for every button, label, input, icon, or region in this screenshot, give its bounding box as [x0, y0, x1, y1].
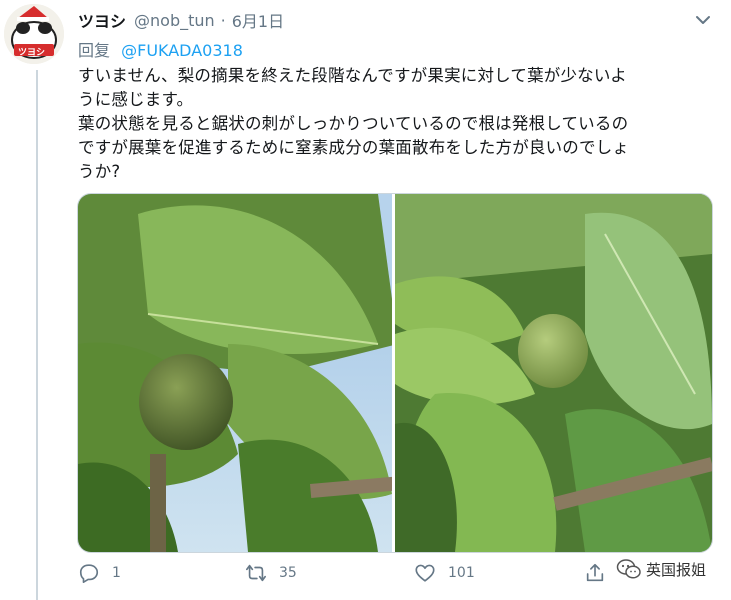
reply-context: 回复 @FUKADA0318 — [78, 37, 243, 61]
photo-pear-right[interactable] — [395, 194, 712, 552]
tweet-date[interactable]: 6月1日 — [232, 8, 284, 32]
separator-dot: · — [220, 10, 226, 30]
tweet-text-line: ですが展葉を促進するために窒素成分の葉面散布をした方が良いのでしょ — [78, 138, 630, 157]
photo-pear-left[interactable] — [78, 194, 392, 552]
reply-action[interactable]: 1 — [78, 562, 121, 584]
share-icon — [586, 563, 604, 582]
tweet-text-line: すいません、梨の摘果を終えた段階なんですが果実に対して葉が少ないよ — [78, 66, 627, 85]
media-gallery — [77, 193, 713, 553]
watermark: 英国报姐 — [612, 556, 711, 582]
user-handle[interactable]: @nob_tun — [134, 11, 215, 30]
like-action[interactable]: 101 — [414, 562, 475, 584]
reply-prefix: 回复 — [78, 41, 111, 60]
watermark-text: 英国报姐 — [646, 560, 707, 579]
tweet-header: ツヨシ @nob_tun · 6月1日 — [78, 8, 284, 32]
avatar-label: ツヨシ — [18, 48, 46, 58]
display-name[interactable]: ツヨシ — [78, 8, 126, 32]
tweet-text: すいません、梨の摘果を終えた段階なんですが果実に対して葉が少ないよ うに感じます… — [78, 64, 708, 184]
tweet-text-line: うか? — [78, 162, 121, 181]
chevron-down-icon[interactable] — [693, 10, 713, 30]
wechat-icon — [616, 559, 641, 579]
reply-count: 1 — [112, 565, 121, 581]
tweet-text-line: 葉の状態を見ると鋸状の刺がしっかりついているので根は発根しているの — [78, 114, 629, 133]
avatar[interactable]: ツヨシ — [4, 4, 64, 64]
retweet-icon — [246, 564, 266, 582]
thread-line — [36, 70, 38, 600]
reply-to-handle[interactable]: @FUKADA0318 — [121, 41, 243, 60]
heart-icon — [415, 564, 435, 582]
retweet-action[interactable]: 35 — [245, 562, 297, 584]
like-count: 101 — [448, 565, 475, 581]
retweet-count: 35 — [279, 565, 297, 581]
share-action[interactable] — [584, 562, 606, 584]
tweet-text-line: うに感じます。 — [78, 90, 194, 109]
reply-icon — [79, 564, 99, 583]
